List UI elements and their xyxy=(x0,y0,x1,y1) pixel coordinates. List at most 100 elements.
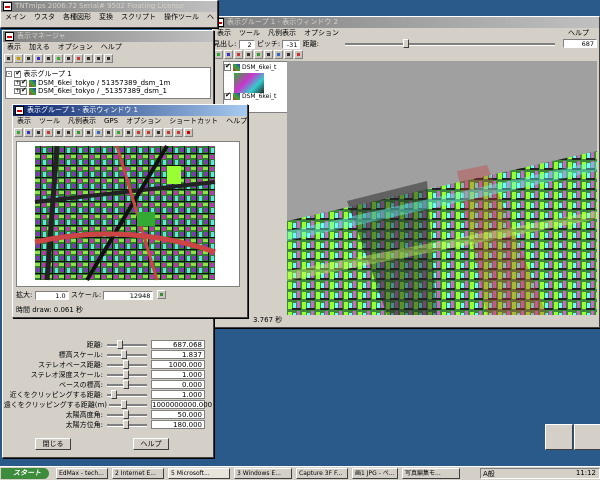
view-field[interactable]: 2 xyxy=(238,39,255,49)
group-checkbox[interactable] xyxy=(14,69,22,78)
tntmips-menu-5[interactable]: 操作ツール xyxy=(160,12,203,23)
layer-name[interactable]: DSM_6kei_tokyo / 51357389_dsm_1m xyxy=(38,79,170,87)
nav-down-button[interactable] xyxy=(574,424,600,450)
view2d-menu-1[interactable]: ツール xyxy=(35,116,64,127)
param-value[interactable]: 1.837 xyxy=(151,350,205,359)
view2d-menu-4[interactable]: オプション xyxy=(122,116,165,127)
task-button[interactable]: 写真編集モ... xyxy=(402,468,460,479)
tool-icon[interactable] xyxy=(174,128,183,137)
layer-name[interactable]: DSM_6kei_tokyo / _51357389_dsm_1 xyxy=(38,87,167,95)
pitch-field[interactable]: -31 xyxy=(282,39,301,49)
close-button[interactable]: 閉じる xyxy=(35,438,71,450)
tool-icon[interactable] xyxy=(84,128,93,137)
tntmips-menu-1[interactable]: ウスタ xyxy=(30,12,59,23)
tool-icon[interactable] xyxy=(94,54,103,63)
param-value[interactable]: 687.068 xyxy=(151,340,205,349)
param-slider-thumb[interactable] xyxy=(123,370,129,379)
tool-icon[interactable] xyxy=(254,50,263,59)
view2d-menu-2[interactable]: 凡例表示 xyxy=(64,116,100,127)
dm-menu-0[interactable]: 表示 xyxy=(3,42,25,53)
dm-menu-3[interactable]: ヘルプ xyxy=(97,42,126,53)
task-button[interactable]: 画1 JPG - ペ... xyxy=(352,468,398,479)
layer-checkbox[interactable] xyxy=(224,62,231,71)
tool-icon[interactable] xyxy=(134,128,143,137)
param-slider-thumb[interactable] xyxy=(123,380,129,389)
view3d-menu-0[interactable]: 表示 xyxy=(213,28,235,39)
task-button[interactable]: EdMax - tech... xyxy=(56,468,108,479)
param-value[interactable]: 1.000 xyxy=(151,370,205,379)
dist-slider-thumb[interactable] xyxy=(403,39,409,48)
param-slider[interactable] xyxy=(109,404,147,407)
param-slider-thumb[interactable] xyxy=(121,350,127,359)
tntmips-menu-2[interactable]: 各種図形 xyxy=(59,12,95,23)
param-slider[interactable] xyxy=(107,344,147,347)
display-manager-titlebar[interactable]: 表示マネージャ xyxy=(3,31,213,42)
nav-up-button[interactable] xyxy=(545,424,573,450)
tool-icon[interactable] xyxy=(294,50,303,59)
view2d-canvas[interactable] xyxy=(16,141,240,287)
tntmips-menu-6[interactable]: ヘ xyxy=(203,12,217,23)
view3d-menu-1[interactable]: ツール xyxy=(235,28,264,39)
param-slider-thumb[interactable] xyxy=(117,340,123,349)
start-button[interactable]: スタート xyxy=(1,468,49,479)
view2d-menu-0[interactable]: 表示 xyxy=(13,116,35,127)
tool-icon[interactable] xyxy=(74,54,83,63)
view3d-menu-3[interactable]: オプション xyxy=(300,28,343,39)
tool-icon[interactable] xyxy=(284,50,293,59)
tool-icon[interactable] xyxy=(84,54,93,63)
view3d-menu-2[interactable]: 凡例表示 xyxy=(264,28,300,39)
view3d-titlebar[interactable]: 表示グループ 1 - 表示ウィンドウ 2 xyxy=(213,17,599,28)
new-icon[interactable] xyxy=(4,54,13,63)
tool-icon[interactable] xyxy=(114,128,123,137)
param-slider-thumb[interactable] xyxy=(111,390,117,399)
tool-icon[interactable] xyxy=(124,128,133,137)
tool-icon[interactable] xyxy=(154,128,163,137)
help-button[interactable]: ヘルプ xyxy=(133,438,169,450)
expand-icon[interactable]: - xyxy=(6,71,12,77)
apply-scale-icon[interactable] xyxy=(156,290,166,299)
tool-icon[interactable] xyxy=(24,128,33,137)
tool-icon[interactable] xyxy=(104,128,113,137)
tntmips-menu-0[interactable]: メイン xyxy=(1,12,30,23)
tool-icon[interactable] xyxy=(44,54,53,63)
param-value[interactable]: 180.000 xyxy=(151,420,205,429)
view2d-menu-6[interactable]: ヘルプ xyxy=(222,116,247,127)
stop-icon[interactable] xyxy=(184,128,193,137)
tool-icon[interactable] xyxy=(94,128,103,137)
tool-icon[interactable] xyxy=(274,50,283,59)
param-slider-thumb[interactable] xyxy=(123,420,129,429)
param-slider-thumb[interactable] xyxy=(121,400,127,409)
tool-icon[interactable] xyxy=(164,128,173,137)
layer-checkbox[interactable] xyxy=(20,86,27,95)
tool-icon[interactable] xyxy=(44,128,53,137)
tool-icon[interactable] xyxy=(64,54,73,63)
task-button[interactable]: 5 Microsoft... xyxy=(168,468,230,479)
dm-menu-2[interactable]: オプション xyxy=(54,42,97,53)
zoom-field[interactable]: 1.0 xyxy=(34,290,69,300)
param-value[interactable]: 50.000 xyxy=(151,410,205,419)
tntmips-menu-4[interactable]: スクリプト xyxy=(117,12,160,23)
zoom-out-icon[interactable] xyxy=(64,128,73,137)
dist-field[interactable]: 687 xyxy=(563,39,597,48)
scale-field[interactable]: 12948 xyxy=(103,290,154,300)
tool-icon[interactable] xyxy=(224,50,233,59)
param-value[interactable]: 1000.000 xyxy=(151,360,205,369)
tntmips-titlebar[interactable]: TNTmips 2006:72 Serial# 9502 Floating Li… xyxy=(1,1,217,12)
param-value[interactable]: 0.000 xyxy=(151,380,205,389)
dist-slider[interactable] xyxy=(345,43,555,46)
task-button[interactable]: 2 Internet E... xyxy=(112,468,164,479)
tool-icon[interactable] xyxy=(74,128,83,137)
view3d-canvas[interactable] xyxy=(287,61,597,315)
param-value[interactable]: 1000000000.000 xyxy=(151,400,212,409)
tool-icon[interactable] xyxy=(244,50,253,59)
tool-icon[interactable] xyxy=(34,128,43,137)
view2d-titlebar[interactable]: 表示グループ 1 - 表示ウィンドウ 1 xyxy=(13,105,247,116)
view3d-help-menu[interactable]: ヘルプ xyxy=(564,28,593,39)
tool-icon[interactable] xyxy=(14,128,23,137)
tool-icon[interactable] xyxy=(104,54,113,63)
ime-indicator[interactable]: A般 xyxy=(483,469,495,479)
task-button[interactable]: Capture 3F F... xyxy=(296,468,348,479)
param-slider-thumb[interactable] xyxy=(123,410,129,419)
task-button[interactable]: 3 Windows E... xyxy=(234,468,292,479)
dm-menu-1[interactable]: 加える xyxy=(25,42,54,53)
